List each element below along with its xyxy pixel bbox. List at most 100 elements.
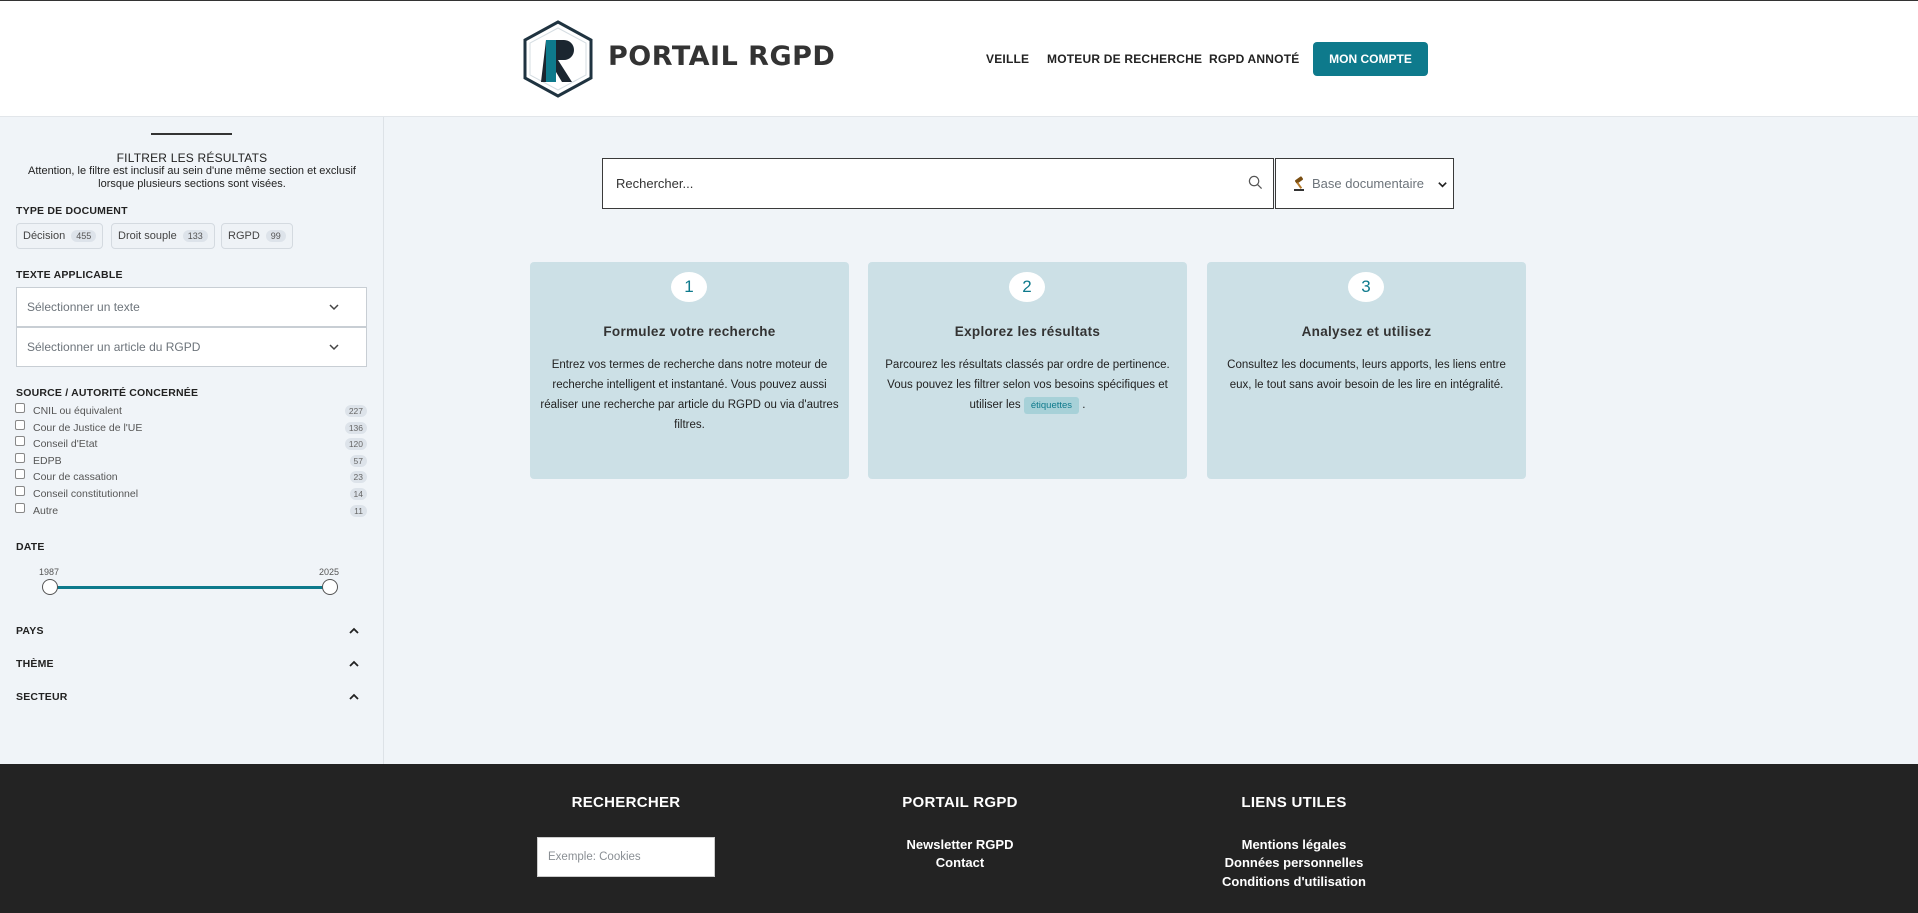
- filter-pays-label: PAYS: [16, 625, 44, 637]
- footer-liens-title: LIENS UTILES: [1241, 794, 1347, 811]
- select-article-placeholder: Sélectionner un article du RGPD: [27, 340, 201, 354]
- portail-rgpd-logo[interactable]: [522, 20, 594, 98]
- site-brand[interactable]: PORTAIL RGPD: [608, 41, 835, 72]
- filter-sidebar: FILTRER LES RÉSULTATS Attention, le filt…: [0, 117, 384, 764]
- chip-droit-souple[interactable]: Droit souple 133: [111, 223, 215, 249]
- filter-pays[interactable]: PAYS: [16, 625, 360, 637]
- step-number: 2: [1009, 272, 1045, 302]
- source-label-text: Cour de cassation: [33, 471, 118, 483]
- date-label: DATE: [16, 541, 45, 553]
- source-count: 120: [344, 438, 367, 450]
- date-slider-min-handle[interactable]: [42, 579, 58, 595]
- chevron-up-icon: [349, 627, 359, 634]
- nav-rgpd-annote[interactable]: RGPD ANNOTÉ: [1209, 52, 1299, 66]
- select-text[interactable]: Sélectionner un texte: [16, 287, 367, 327]
- footer-link-conditions[interactable]: Conditions d'utilisation: [1184, 874, 1404, 889]
- step-title: Formulez votre recherche: [603, 324, 776, 339]
- text-label: TEXTE APPLICABLE: [16, 269, 123, 281]
- step-title: Analysez et utilisez: [1301, 324, 1432, 339]
- date-slider-track[interactable]: [50, 586, 330, 589]
- footer-rechercher-title: RECHERCHER: [571, 794, 681, 811]
- source-checkbox[interactable]: [15, 420, 25, 430]
- source-label: SOURCE / AUTORITÉ CONCERNÉE: [16, 387, 199, 399]
- footer-search-placeholder: Exemple: Cookies: [548, 851, 641, 863]
- footer-link-donnees[interactable]: Données personnelles: [1184, 855, 1404, 870]
- source-label-text: EDPB: [33, 455, 62, 467]
- chip-count: 455: [71, 230, 97, 242]
- source-row-conseil-constitutionnel[interactable]: Conseil constitutionnel 14: [15, 486, 367, 502]
- footer-link-newsletter[interactable]: Newsletter RGPD: [850, 837, 1070, 852]
- source-row-conseil-etat[interactable]: Conseil d'Etat 120: [15, 436, 367, 452]
- footer-link-mentions[interactable]: Mentions légales: [1184, 837, 1404, 852]
- source-label-text: CNIL ou équivalent: [33, 405, 122, 417]
- source-count: 14: [349, 488, 367, 500]
- select-text-placeholder: Sélectionner un texte: [27, 300, 140, 314]
- step-description: Parcourez les résultats classés par ordr…: [878, 355, 1177, 415]
- source-row-autre[interactable]: Autre 11: [15, 503, 367, 519]
- sidebar-handle[interactable]: [151, 133, 232, 135]
- my-account-button[interactable]: MON COMPTE: [1313, 42, 1428, 76]
- chevron-up-icon: [349, 660, 359, 667]
- chevron-down-icon: [329, 304, 339, 311]
- search-placeholder: Rechercher...: [616, 176, 694, 191]
- chevron-down-icon: [329, 344, 339, 351]
- search-input[interactable]: Rechercher...: [602, 158, 1274, 209]
- source-checkbox[interactable]: [15, 436, 25, 446]
- step-card-1: 1 Formulez votre recherche Entrez vos te…: [530, 262, 849, 479]
- gavel-icon: [1294, 175, 1304, 191]
- filter-secteur[interactable]: SECTEUR: [16, 691, 360, 703]
- site-footer: RECHERCHER Exemple: Cookies PORTAIL RGPD…: [0, 764, 1918, 913]
- filter-title: FILTRER LES RÉSULTATS: [116, 151, 268, 165]
- source-label-text: Cour de Justice de l'UE: [33, 422, 143, 434]
- step-title: Explorez les résultats: [954, 324, 1101, 339]
- step-description-end: .: [1082, 399, 1086, 411]
- chip-count: 99: [265, 230, 286, 242]
- source-row-cassation[interactable]: Cour de cassation 23: [15, 469, 367, 485]
- source-label-text: Conseil constitutionnel: [33, 488, 139, 500]
- date-min-label: 1987: [39, 567, 60, 577]
- etiquettes-tag[interactable]: étiquettes: [1023, 397, 1080, 414]
- source-row-cjue[interactable]: Cour de Justice de l'UE 136: [15, 420, 367, 436]
- nav-moteur-de-recherche[interactable]: MOTEUR DE RECHERCHE: [1047, 52, 1202, 66]
- select-article[interactable]: Sélectionner un article du RGPD: [16, 327, 367, 367]
- filter-secteur-label: SECTEUR: [16, 691, 68, 703]
- source-checkbox[interactable]: [15, 486, 25, 496]
- chip-label: Décision: [23, 230, 66, 242]
- footer-search-input[interactable]: Exemple: Cookies: [537, 837, 715, 877]
- chevron-up-icon: [349, 693, 359, 700]
- source-checkbox[interactable]: [15, 453, 25, 463]
- chevron-down-icon: [1438, 182, 1447, 188]
- filter-theme[interactable]: THÈME: [16, 658, 360, 670]
- source-checkbox[interactable]: [15, 469, 25, 479]
- source-count: 57: [349, 455, 367, 467]
- source-checkbox[interactable]: [15, 403, 25, 413]
- step-number: 3: [1348, 272, 1384, 302]
- source-count: 227: [344, 405, 367, 417]
- doc-type-label: TYPE DE DOCUMENT: [16, 205, 128, 217]
- chip-label: RGPD: [228, 230, 260, 242]
- date-slider-max-handle[interactable]: [322, 579, 338, 595]
- filter-note: Attention, le filtre est inclusif au sei…: [28, 165, 356, 190]
- source-count: 136: [344, 422, 367, 434]
- source-label-text: Conseil d'Etat: [33, 438, 98, 450]
- filter-theme-label: THÈME: [16, 658, 54, 670]
- source-count: 23: [349, 471, 367, 483]
- source-checkbox[interactable]: [15, 503, 25, 513]
- date-max-label: 2025: [319, 567, 340, 577]
- footer-portail-title: PORTAIL RGPD: [902, 794, 1018, 811]
- step-card-2: 2 Explorez les résultats Parcourez les r…: [868, 262, 1187, 479]
- step-description: Entrez vos termes de recherche dans notr…: [540, 359, 839, 431]
- nav-veille[interactable]: VEILLE: [986, 52, 1029, 66]
- chip-label: Droit souple: [118, 230, 177, 242]
- chip-decision[interactable]: Décision 455: [16, 223, 104, 249]
- chip-rgpd[interactable]: RGPD 99: [221, 223, 293, 249]
- step-number: 1: [671, 272, 707, 302]
- source-label-text: Autre: [33, 505, 59, 517]
- step-description: Consultez les documents, leurs apports, …: [1227, 359, 1506, 391]
- source-row-cnil[interactable]: CNIL ou équivalent 227: [15, 403, 367, 419]
- footer-link-contact[interactable]: Contact: [850, 855, 1070, 870]
- source-row-edpb[interactable]: EDPB 57: [15, 453, 367, 469]
- base-select-value: Base documentaire: [1312, 176, 1425, 191]
- base-documentaire-select[interactable]: Base documentaire: [1275, 158, 1454, 209]
- search-icon[interactable]: [1248, 175, 1263, 190]
